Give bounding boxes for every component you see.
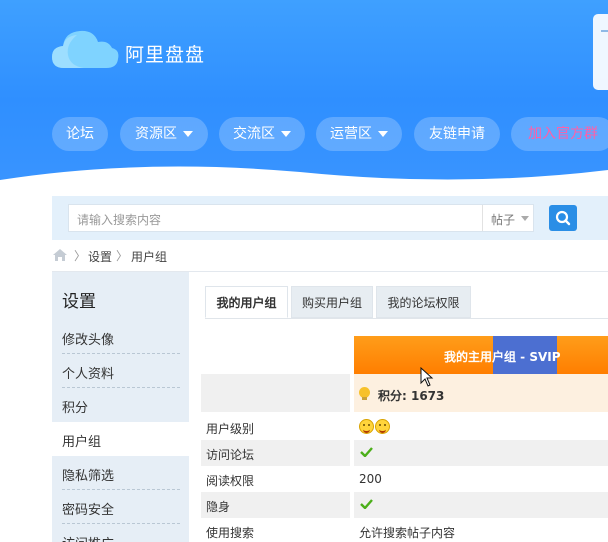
breadcrumb-separator: 〉: [74, 249, 87, 263]
usergroup-header: 我的主用户组 - SVIP: [354, 336, 608, 374]
tab-forum-permissions[interactable]: 我的论坛权限: [376, 286, 471, 318]
search-icon: [555, 210, 571, 226]
usergroup-title: 我的主用户组 - SVIP: [444, 350, 561, 364]
sidebar-item-points[interactable]: 积分: [52, 388, 189, 422]
tab-buy-usergroup[interactable]: 购买用户组: [291, 286, 373, 318]
smiley-icon: [375, 419, 390, 434]
sidebar-item-password[interactable]: 密码安全: [52, 490, 189, 524]
site-logo[interactable]: 阿里盘盘: [50, 26, 220, 74]
table-row: 访问论坛: [201, 440, 608, 466]
breadcrumb-separator: 〉: [116, 249, 129, 263]
search-type-select[interactable]: 帖子: [482, 205, 534, 231]
points-cell: 积分: 1673: [354, 374, 608, 412]
nav-item-exchange[interactable]: 交流区: [219, 117, 305, 151]
row-label: 阅读权限: [206, 474, 255, 488]
user-level-value: [354, 414, 608, 440]
table-row: 隐身: [201, 492, 608, 518]
nav-item-forum[interactable]: 论坛: [52, 117, 108, 151]
row-label: 访问论坛: [206, 448, 255, 462]
nav-item-friend-links[interactable]: 友链申请: [414, 117, 500, 151]
breadcrumb-usergroup[interactable]: 用户组: [131, 248, 167, 265]
nav-item-resources[interactable]: 资源区: [120, 117, 208, 151]
site-header: 阿里盘盘 论坛 资源区 交流区 运营区 友链申请 加入官方群: [0, 0, 608, 200]
chevron-down-icon: [183, 131, 193, 137]
sidebar-item-profile[interactable]: 个人资料: [52, 354, 189, 388]
sidebar-item-promotion[interactable]: 访问推广: [52, 524, 189, 542]
row-value: 允许搜索帖子内容: [359, 526, 456, 540]
search-input[interactable]: 请输入搜索内容 帖子: [68, 204, 534, 232]
check-icon: [360, 499, 373, 509]
points-label-cell: [201, 374, 350, 412]
smiley-icon: [359, 419, 374, 434]
table-row: 阅读权限 200: [201, 466, 608, 492]
row-label: 用户级别: [206, 422, 255, 436]
mouse-cursor-icon: [420, 367, 434, 387]
search-type-value: 帖子: [491, 213, 516, 227]
header-side-panel[interactable]: [593, 14, 608, 90]
table-row: 用户级别: [201, 414, 608, 440]
sidebar-item-avatar[interactable]: 修改头像: [52, 320, 189, 354]
sidebar-item-privacy[interactable]: 隐私筛选: [52, 456, 189, 490]
sidebar-title: 设置: [62, 292, 96, 312]
points-value: 积分: 1673: [378, 389, 445, 403]
check-icon: [360, 447, 373, 457]
home-icon[interactable]: [52, 248, 68, 262]
search-bar: 请输入搜索内容 帖子: [52, 196, 608, 240]
chevron-down-icon: [281, 131, 291, 137]
chevron-down-icon: [521, 216, 529, 221]
lightbulb-icon: [359, 387, 370, 400]
cloud-icon: [52, 30, 119, 68]
search-button[interactable]: [549, 205, 577, 231]
nav-item-join-group[interactable]: 加入官方群: [511, 117, 608, 151]
tab-my-usergroup[interactable]: 我的用户组: [205, 286, 288, 318]
settings-sidebar: 设置 修改头像 个人资料 积分 用户组 隐私筛选 密码安全 访问推广: [52, 272, 189, 542]
table-row: 使用搜索 允许搜索帖子内容: [201, 518, 608, 542]
row-label: 使用搜索: [206, 526, 255, 540]
header-wave: [0, 166, 608, 200]
breadcrumb-settings[interactable]: 设置: [88, 248, 112, 265]
row-label: 隐身: [206, 500, 231, 514]
chevron-down-icon: [378, 131, 388, 137]
search-placeholder: 请输入搜索内容: [77, 213, 162, 227]
site-name: 阿里盘盘: [125, 44, 206, 66]
tabs-divider: [205, 318, 608, 319]
row-value: 200: [359, 472, 382, 486]
sidebar-item-usergroup[interactable]: 用户组: [52, 422, 189, 456]
nav-item-operations[interactable]: 运营区: [316, 117, 402, 151]
